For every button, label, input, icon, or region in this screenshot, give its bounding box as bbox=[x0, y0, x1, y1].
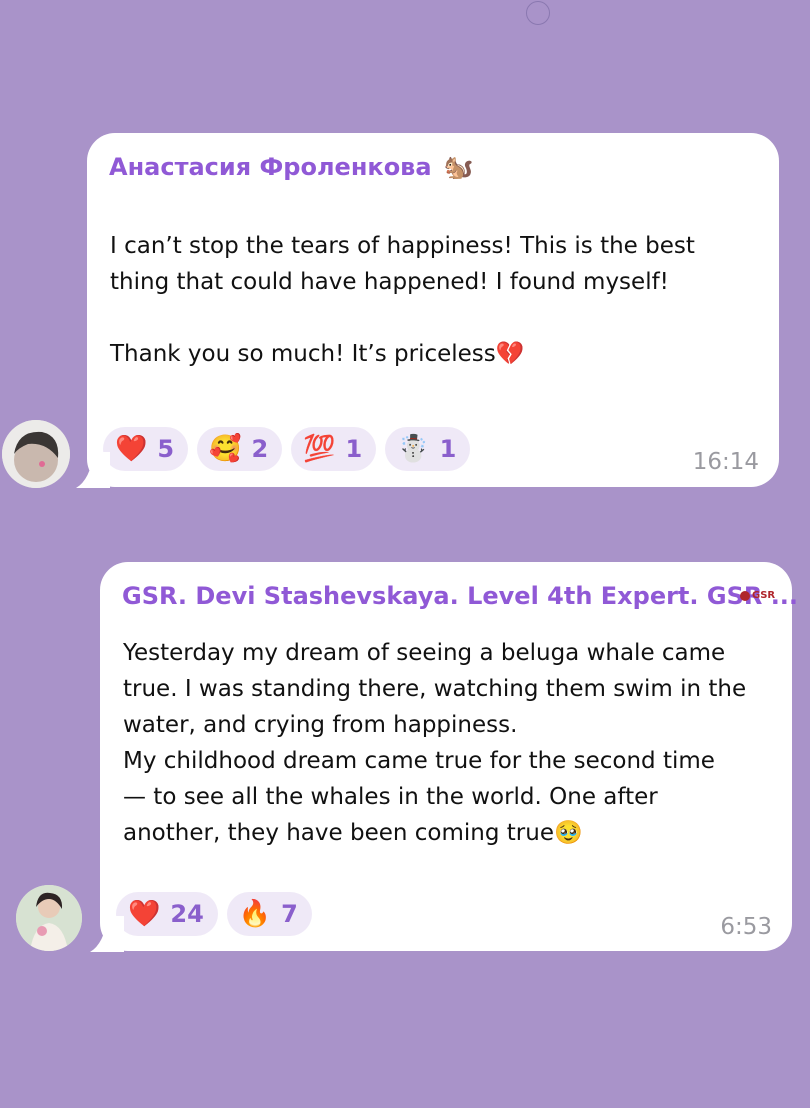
message-text: Yesterday my dream of seeing a beluga wh… bbox=[123, 640, 747, 846]
reaction-snowman[interactable]: ☃️ 1 bbox=[385, 427, 471, 471]
reaction-count: 24 bbox=[170, 900, 204, 928]
reaction-hundred[interactable]: 💯 1 bbox=[291, 427, 377, 471]
reaction-count: 7 bbox=[281, 900, 298, 928]
bubble-tail bbox=[76, 452, 110, 488]
message-bubble[interactable]: GSR. Devi Stashevskaya. Level 4th Expert… bbox=[100, 562, 798, 951]
message-author[interactable]: GSR. Devi Stashevskaya. Level 4th Expert… bbox=[122, 582, 798, 610]
squirrel-icon: 🐿️ bbox=[443, 153, 474, 181]
reaction-heart[interactable]: ❤️ 5 bbox=[103, 427, 189, 471]
scroll-indicator-icon bbox=[526, 1, 550, 25]
reactions-bar: ❤️ 24 🔥 7 bbox=[116, 892, 312, 936]
gsr-badge: GSR bbox=[740, 590, 775, 601]
message-text: I can’t stop the tears of happiness! Thi… bbox=[110, 233, 695, 367]
gsr-logo-icon bbox=[740, 590, 750, 601]
smiling-face-hearts-icon: 🥰 bbox=[209, 434, 242, 464]
author-name[interactable]: Анастасия Фроленкова bbox=[109, 153, 432, 181]
reaction-count: 2 bbox=[251, 435, 269, 463]
reaction-heart[interactable]: ❤️ 24 bbox=[116, 892, 218, 936]
reactions-bar: ❤️ 5 🥰 2 💯 1 ☃️ 1 bbox=[103, 427, 471, 471]
message-bubble[interactable]: Анастасия Фроленкова 🐿️ I can’t stop the… bbox=[87, 133, 779, 487]
fire-icon: 🔥 bbox=[238, 899, 272, 929]
reaction-fire[interactable]: 🔥 7 bbox=[226, 892, 312, 936]
message-author[interactable]: Анастасия Фроленкова 🐿️ bbox=[109, 153, 474, 181]
reaction-count: 5 bbox=[157, 435, 175, 463]
message-time: 16:14 bbox=[692, 449, 759, 475]
snowman-icon: ☃️ bbox=[397, 434, 430, 464]
reaction-smiling-hearts[interactable]: 🥰 2 bbox=[197, 427, 283, 471]
avatar[interactable] bbox=[2, 420, 70, 488]
hundred-points-icon: 💯 bbox=[303, 434, 336, 464]
heart-icon: ❤️ bbox=[128, 899, 161, 929]
heart-icon: ❤️ bbox=[115, 434, 148, 464]
reaction-count: 1 bbox=[439, 435, 457, 463]
message-time: 6:53 bbox=[720, 914, 772, 940]
reaction-count: 1 bbox=[345, 435, 363, 463]
avatar[interactable] bbox=[16, 885, 82, 951]
badge-label: GSR bbox=[752, 590, 776, 601]
bubble-tail bbox=[90, 916, 124, 952]
